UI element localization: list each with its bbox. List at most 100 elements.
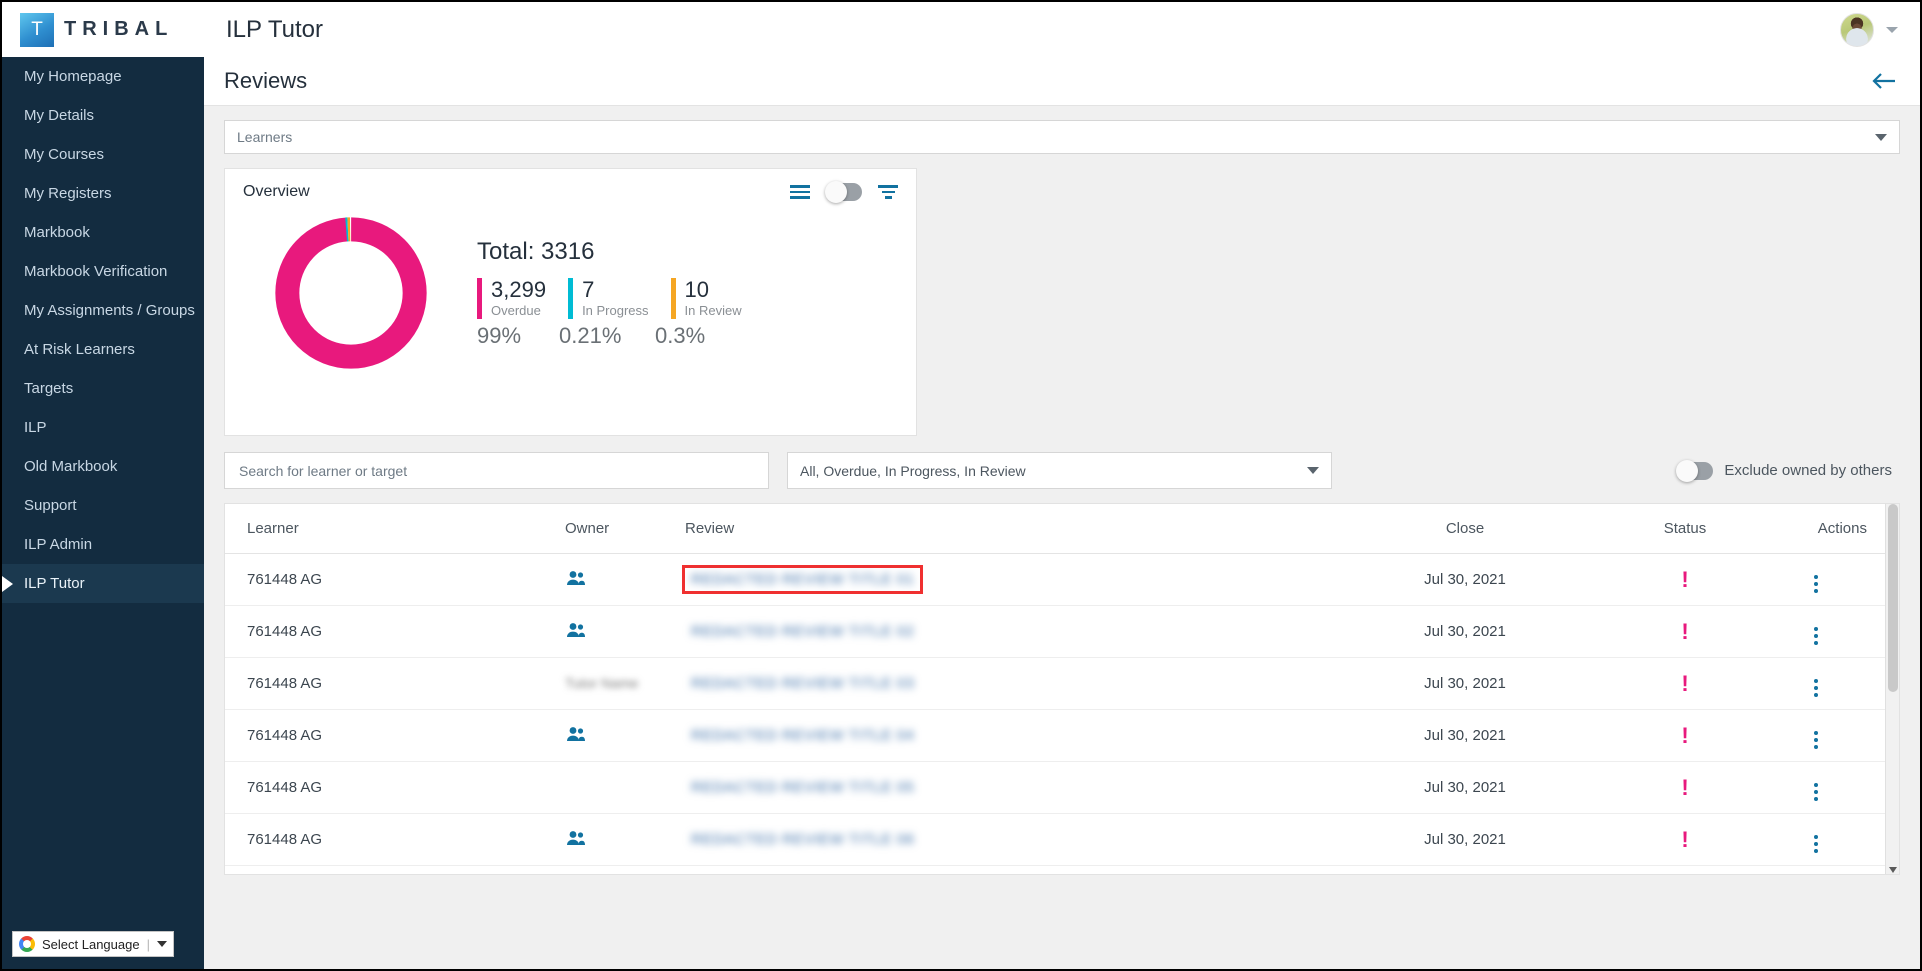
row-actions-menu-icon[interactable] [1814,835,1818,853]
chevron-down-icon[interactable] [1886,27,1898,33]
chevron-down-icon[interactable] [157,941,167,947]
google-icon [19,936,35,952]
cell-review[interactable]: REDACTED REVIEW TITLE 01 [685,554,1325,606]
review-link[interactable]: REDACTED REVIEW TITLE 05 [685,776,920,799]
table-row[interactable]: 761448 AG REDACTED REVIEW TITLE 01 [225,554,1891,606]
column-header-learner[interactable]: Learner [225,504,565,554]
page-title: Reviews [224,68,1868,94]
group-owner-icon [565,726,587,746]
review-link[interactable]: REDACTED REVIEW TITLE 04 [685,724,920,747]
cell-review[interactable]: REDACTED REVIEW TITLE 07 [685,866,1325,876]
sidebar-item-ilp-tutor[interactable]: ILP Tutor [2,564,204,603]
cell-review[interactable]: REDACTED REVIEW TITLE 02 [685,606,1325,658]
scroll-down-arrow-icon[interactable] [1889,867,1897,873]
sidebar-item-my-courses[interactable]: My Courses [2,135,204,174]
cell-owner [565,814,685,866]
cell-status: ! [1605,710,1765,762]
table-row[interactable]: 761448 AG REDACTED REVIEW TITLE 06 [225,814,1891,866]
table-row[interactable]: 761448 AG REDACTED REVIEW TITLE 02 [225,606,1891,658]
status-filter-value: All, Overdue, In Progress, In Review [800,463,1307,479]
filter-icon[interactable] [878,185,898,199]
cell-actions[interactable] [1765,762,1891,814]
row-actions-menu-icon[interactable] [1814,679,1818,697]
sidebar-item-label: Old Markbook [24,458,117,475]
group-owner-icon [565,622,587,642]
row-actions-menu-icon[interactable] [1814,627,1818,645]
main-content: Reviews Learners Overview [204,57,1920,971]
column-header-owner[interactable]: Owner [565,504,685,554]
back-arrow-icon[interactable] [1868,66,1898,96]
sidebar-item-label: ILP Admin [24,536,92,553]
table-row[interactable]: 761448 AG REDACTED REVIEW TITLE 05 Jul 3… [225,762,1891,814]
sidebar-item-my-details[interactable]: My Details [2,96,204,135]
sidebar-item-my-assignments-groups[interactable]: My Assignments / Groups [2,291,204,330]
cell-actions[interactable] [1765,606,1891,658]
user-menu[interactable] [1840,13,1898,47]
sidebar-item-my-homepage[interactable]: My Homepage [2,57,204,96]
stat-value: 7 [582,278,648,302]
review-link[interactable]: REDACTED REVIEW TITLE 06 [685,828,920,851]
review-link[interactable]: REDACTED REVIEW TITLE 03 [685,672,920,695]
column-header-status[interactable]: Status [1605,504,1765,554]
cell-actions[interactable] [1765,814,1891,866]
chevron-down-icon[interactable] [1307,467,1319,474]
cell-review[interactable]: REDACTED REVIEW TITLE 04 [685,710,1325,762]
cell-review[interactable]: REDACTED REVIEW TITLE 06 [685,814,1325,866]
scrollbar-thumb[interactable] [1888,504,1898,692]
avatar[interactable] [1840,13,1874,47]
review-link-highlighted[interactable]: REDACTED REVIEW TITLE 01 [685,568,920,591]
sidebar-item-targets[interactable]: Targets [2,369,204,408]
cell-actions[interactable] [1765,658,1891,710]
list-view-icon[interactable] [790,185,810,199]
row-actions-menu-icon[interactable] [1814,575,1818,593]
stat-overdue: 3,299 Overdue [477,278,546,319]
exclude-owned-toggle[interactable] [1677,462,1713,480]
overview-card-header: Overview [243,183,898,201]
cell-close: Jul 30, 2021 [1325,554,1605,606]
table-row[interactable]: 761448 AG Tutor Name REDACTED REVIEW TIT… [225,658,1891,710]
table-row[interactable]: 761448 AG REDACTED REVIEW TITLE 07 Jul 3… [225,866,1891,876]
cell-review[interactable]: REDACTED REVIEW TITLE 03 [685,658,1325,710]
table-vertical-scrollbar[interactable] [1885,504,1899,875]
cell-review[interactable]: REDACTED REVIEW TITLE 05 [685,762,1325,814]
row-actions-menu-icon[interactable] [1814,731,1818,749]
overview-card: Overview [224,168,917,436]
status-filter-select[interactable]: All, Overdue, In Progress, In Review [787,452,1332,489]
cell-owner: Tutor Name [565,658,685,710]
column-header-review[interactable]: Review [685,504,1325,554]
learners-select[interactable]: Learners [224,120,1900,154]
review-title: REDACTED REVIEW TITLE 04 [691,727,914,744]
chart-view-toggle[interactable] [826,183,862,201]
brand-logo[interactable]: T TRIBAL [2,2,204,57]
sidebar-nav: My Homepage My Details My Courses My Reg… [2,57,204,971]
sidebar-item-ilp[interactable]: ILP [2,408,204,447]
table-row[interactable]: 761448 AG REDACTED REVIEW TITLE 04 [225,710,1891,762]
donut-slice-overdue [287,229,414,356]
cell-learner: 761448 AG [225,814,565,866]
sidebar-item-support[interactable]: Support [2,486,204,525]
cell-actions[interactable] [1765,554,1891,606]
sidebar-item-my-registers[interactable]: My Registers [2,174,204,213]
sidebar-item-at-risk-learners[interactable]: At Risk Learners [2,330,204,369]
review-link[interactable]: REDACTED REVIEW TITLE 02 [685,620,920,643]
row-actions-menu-icon[interactable] [1814,783,1818,801]
sidebar-item-ilp-admin[interactable]: ILP Admin [2,525,204,564]
search-box[interactable] [224,452,769,489]
chevron-down-icon[interactable] [1875,134,1887,141]
cell-actions[interactable] [1765,710,1891,762]
status-overdue-icon: ! [1681,671,1688,696]
sidebar-item-markbook-verification[interactable]: Markbook Verification [2,252,204,291]
column-header-close[interactable]: Close [1325,504,1605,554]
stat-label: In Progress [582,302,648,319]
sidebar-item-label: Targets [24,380,73,397]
sidebar-item-label: My Details [24,107,94,124]
stat-value: 10 [685,278,742,302]
sidebar-item-old-markbook[interactable]: Old Markbook [2,447,204,486]
cell-actions[interactable] [1765,866,1891,876]
sidebar-item-markbook[interactable]: Markbook [2,213,204,252]
search-input[interactable] [237,462,756,480]
google-translate-widget[interactable]: Select Language | [12,931,174,957]
exclude-owned-by-others-control[interactable]: Exclude owned by others [1677,462,1892,480]
cell-close: Jul 30, 2021 [1325,762,1605,814]
status-overdue-icon: ! [1681,775,1688,800]
